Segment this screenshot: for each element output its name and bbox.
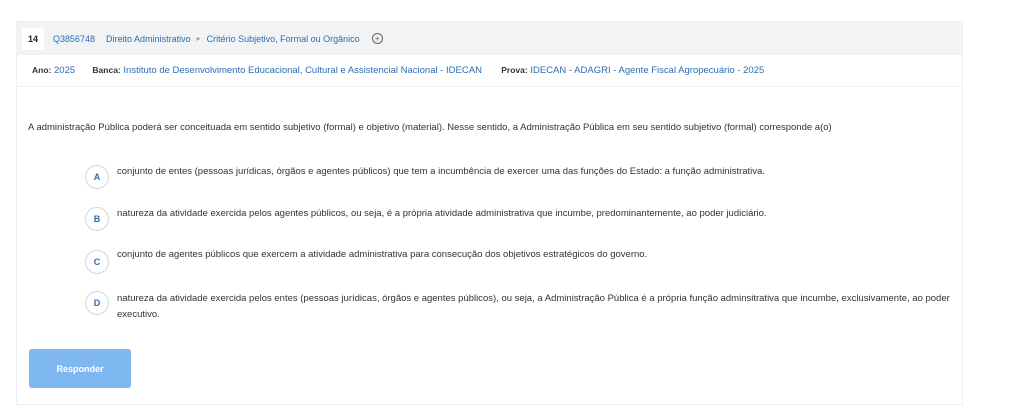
option-text-a[interactable]: conjunto de entes (pessoas jurídicas, ór… [117, 164, 957, 180]
option-d[interactable]: D natureza da atividade exercida pelos e… [85, 291, 957, 323]
option-text-b[interactable]: natureza da atividade exercida pelos age… [117, 206, 957, 222]
question-meta: Ano: 2025 Banca: Instituto de Desenvolvi… [32, 65, 764, 76]
option-b[interactable]: B natureza da atividade exercida pelos a… [85, 207, 957, 231]
breadcrumb-subject[interactable]: Direito Administrativo [106, 34, 191, 44]
question-id-link[interactable]: Q3856748 [53, 34, 95, 44]
question-statement: A administração Pública poderá ser conce… [28, 122, 832, 133]
ano-value[interactable]: 2025 [54, 65, 75, 76]
banca-label: Banca: [92, 65, 121, 75]
plus-circle-icon[interactable]: + [371, 33, 383, 44]
option-text-c[interactable]: conjunto de agentes públicos que exercem… [117, 247, 957, 263]
chevron-right-icon: ▸ [196, 34, 201, 43]
question-header: 14 Q3856748 Direito Administrativo ▸ Cri… [17, 22, 962, 55]
question-number: 14 [22, 27, 44, 50]
option-letter-a[interactable]: A [85, 165, 109, 189]
breadcrumb-topic[interactable]: Critério Subjetivo, Formal ou Orgânico [207, 34, 360, 44]
option-text-d[interactable]: natureza da atividade exercida pelos ent… [117, 291, 957, 323]
ano-label: Ano: [32, 65, 52, 75]
divider [17, 86, 962, 87]
option-letter-c[interactable]: C [85, 250, 109, 274]
option-letter-b[interactable]: B [85, 207, 109, 231]
responder-button[interactable]: Responder [29, 349, 131, 388]
option-c[interactable]: C conjunto de agentes públicos que exerc… [85, 247, 957, 274]
question-card: 14 Q3856748 Direito Administrativo ▸ Cri… [16, 21, 963, 405]
prova-value[interactable]: IDECAN - ADAGRI - Agente Fiscal Agropecu… [530, 65, 764, 76]
prova-label: Prova: [501, 65, 528, 75]
option-letter-d[interactable]: D [85, 291, 109, 315]
banca-value[interactable]: Instituto de Desenvolvimento Educacional… [123, 65, 482, 76]
option-a[interactable]: A conjunto de entes (pessoas jurídicas, … [85, 165, 957, 189]
